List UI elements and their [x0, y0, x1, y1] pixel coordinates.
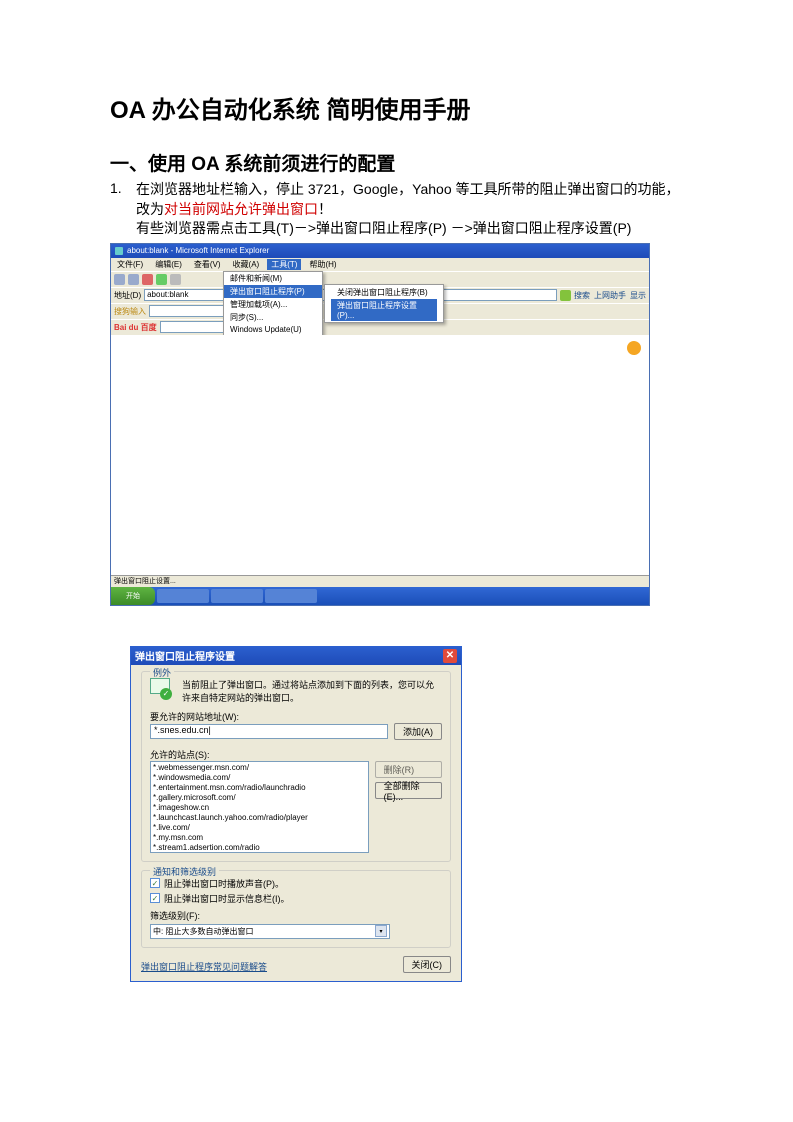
dialog-title-text: 弹出窗口阻止程序设置 [135, 648, 235, 663]
task-item[interactable] [211, 589, 263, 603]
dd-item[interactable]: 同步(S)... [224, 311, 322, 324]
tb-link[interactable]: 上网助手 [594, 290, 626, 301]
menu-view[interactable]: 查看(V) [190, 259, 225, 270]
dd-item[interactable]: 邮件和新闻(M) [224, 272, 322, 285]
home-icon[interactable] [170, 274, 181, 285]
back-icon[interactable] [114, 274, 125, 285]
address-label: 地址(D) [114, 290, 141, 301]
exceptions-fieldset: 例外 ✓ 当前阻止了弹出窗口。通过将站点添加到下面的列表，您可以允许来自特定网站… [141, 671, 451, 862]
dialog-titlebar: 弹出窗口阻止程序设置 ✕ [131, 647, 461, 665]
cb-label-2: 阻止弹出窗口时显示信息栏(I)。 [164, 892, 290, 905]
stop-icon[interactable] [142, 274, 153, 285]
list-item[interactable]: *.entertainment.msn.com/radio/launchradi… [153, 783, 366, 793]
menubar: 文件(F) 编辑(E) 查看(V) 收藏(A) 工具(T) 帮助(H) [111, 258, 649, 271]
list-item[interactable]: *.webmessenger.msn.com/ [153, 763, 366, 773]
allowed-sites-list[interactable]: *.webmessenger.msn.com/ *.windowsmedia.c… [150, 761, 369, 853]
section-heading-1: 一、使用 OA 系统前须进行的配置 [110, 149, 693, 176]
popup-submenu: 关闭弹出窗口阻止程序(B) 弹出窗口阻止程序设置(P)... [324, 284, 444, 323]
tb-link[interactable]: 显示 [630, 290, 646, 301]
ie-icon [115, 247, 123, 255]
status-text: 弹出窗口阻止设置... [114, 576, 176, 586]
avatar-icon[interactable] [627, 341, 641, 355]
site-input[interactable]: *.snes.edu.cn| [150, 724, 388, 739]
list-item[interactable]: *.my.msn.com [153, 833, 366, 843]
baidu-label: Bai du 百度 [114, 322, 157, 333]
menu-fav[interactable]: 收藏(A) [229, 259, 264, 270]
task-item[interactable] [157, 589, 209, 603]
taskbar: 开始 [111, 587, 649, 605]
close-button[interactable]: 关闭(C) [403, 956, 452, 973]
sogou-label: 搜狗输入 [114, 306, 146, 317]
sub-item[interactable]: 关闭弹出窗口阻止程序(B) [331, 286, 437, 299]
menu-file[interactable]: 文件(F) [113, 259, 147, 270]
list-item[interactable]: *.windowsmedia.com/ [153, 773, 366, 783]
close-icon[interactable]: ✕ [443, 649, 457, 663]
checkbox-sound[interactable]: ✓ [150, 878, 160, 888]
popup-settings-dialog: 弹出窗口阻止程序设置 ✕ 例外 ✓ 当前阻止了弹出窗口。通过将站点添加到下面的列… [130, 646, 462, 982]
list-item[interactable]: *.live.com/ [153, 823, 366, 833]
remove-all-button[interactable]: 全部删除(E)... [375, 782, 442, 799]
filter-select[interactable]: 中: 阻止大多数自动弹出窗口 ▾ [150, 924, 390, 939]
menu-edit[interactable]: 编辑(E) [151, 259, 186, 270]
step-1: 1. 在浏览器地址栏输入，停止 3721，Google，Yahoo 等工具所带的… [110, 180, 693, 219]
cb-label-1: 阻止弹出窗口时播放声音(P)。 [164, 877, 284, 890]
chevron-down-icon: ▾ [375, 925, 387, 937]
go-icon[interactable] [560, 290, 571, 301]
filter-value: 中: 阻止大多数自动弹出窗口 [153, 926, 253, 937]
menu-help[interactable]: 帮助(H) [305, 259, 340, 270]
forward-icon[interactable] [128, 274, 139, 285]
start-button[interactable]: 开始 [111, 587, 155, 605]
task-item[interactable] [265, 589, 317, 603]
toolbar-links: 搜索 上网助手 显示 [574, 290, 646, 301]
dd-item-popup[interactable]: 弹出窗口阻止程序(P) [224, 285, 322, 298]
notify-fieldset: 通知和筛选级别 ✓ 阻止弹出窗口时播放声音(P)。 ✓ 阻止弹出窗口时显示信息栏… [141, 870, 451, 948]
titlebar-text: about:blank - Microsoft Internet Explore… [127, 246, 269, 255]
menu-tools[interactable]: 工具(T) [267, 259, 301, 270]
filter-label: 筛选级别(F): [150, 909, 442, 922]
allowed-label: 允许的站点(S): [150, 748, 442, 761]
tb-link[interactable]: 搜索 [574, 290, 590, 301]
remove-button[interactable]: 删除(R) [375, 761, 442, 778]
step-number: 1. [110, 180, 136, 219]
input-label: 要允许的网站地址(W): [150, 710, 442, 723]
fs-legend-2: 通知和筛选级别 [150, 865, 219, 878]
statusbar: 弹出窗口阻止设置... [111, 575, 649, 587]
list-item[interactable]: *.stream1.adsertion.com/radio [153, 843, 366, 853]
step-text-red: 对当前网站允许弹出窗口 [164, 201, 318, 217]
popup-icon: ✓ [150, 678, 176, 700]
list-item[interactable]: *.launchcast.launch.yahoo.com/radio/play… [153, 813, 366, 823]
faq-link[interactable]: 弹出窗口阻止程序常见问题解答 [141, 960, 267, 973]
dialog-desc: 当前阻止了弹出窗口。通过将站点添加到下面的列表，您可以允许来自特定网站的弹出窗口… [182, 678, 442, 704]
browser-content [111, 335, 649, 575]
checkbox-infobar[interactable]: ✓ [150, 893, 160, 903]
step-sub: 有些浏览器需点击工具(T)－>弹出窗口阻止程序(P) －>弹出窗口阻止程序设置(… [136, 219, 693, 239]
dd-item[interactable]: 管理加载项(A)... [224, 298, 322, 311]
dd-item[interactable]: Windows Update(U) [224, 324, 322, 335]
refresh-icon[interactable] [156, 274, 167, 285]
list-item[interactable]: *.imageshow.cn [153, 803, 366, 813]
ie-browser-screenshot: about:blank - Microsoft Internet Explore… [110, 243, 650, 606]
list-item[interactable]: *.gallery.microsoft.com/ [153, 793, 366, 803]
step-text-b: ！ [318, 201, 332, 217]
page-title: OA 办公自动化系统 简明使用手册 [110, 90, 693, 125]
step-body: 在浏览器地址栏输入，停止 3721，Google，Yahoo 等工具所带的阻止弹… [136, 180, 693, 219]
sub-item-settings[interactable]: 弹出窗口阻止程序设置(P)... [331, 299, 437, 321]
add-button[interactable]: 添加(A) [394, 723, 442, 740]
titlebar: about:blank - Microsoft Internet Explore… [111, 244, 649, 258]
